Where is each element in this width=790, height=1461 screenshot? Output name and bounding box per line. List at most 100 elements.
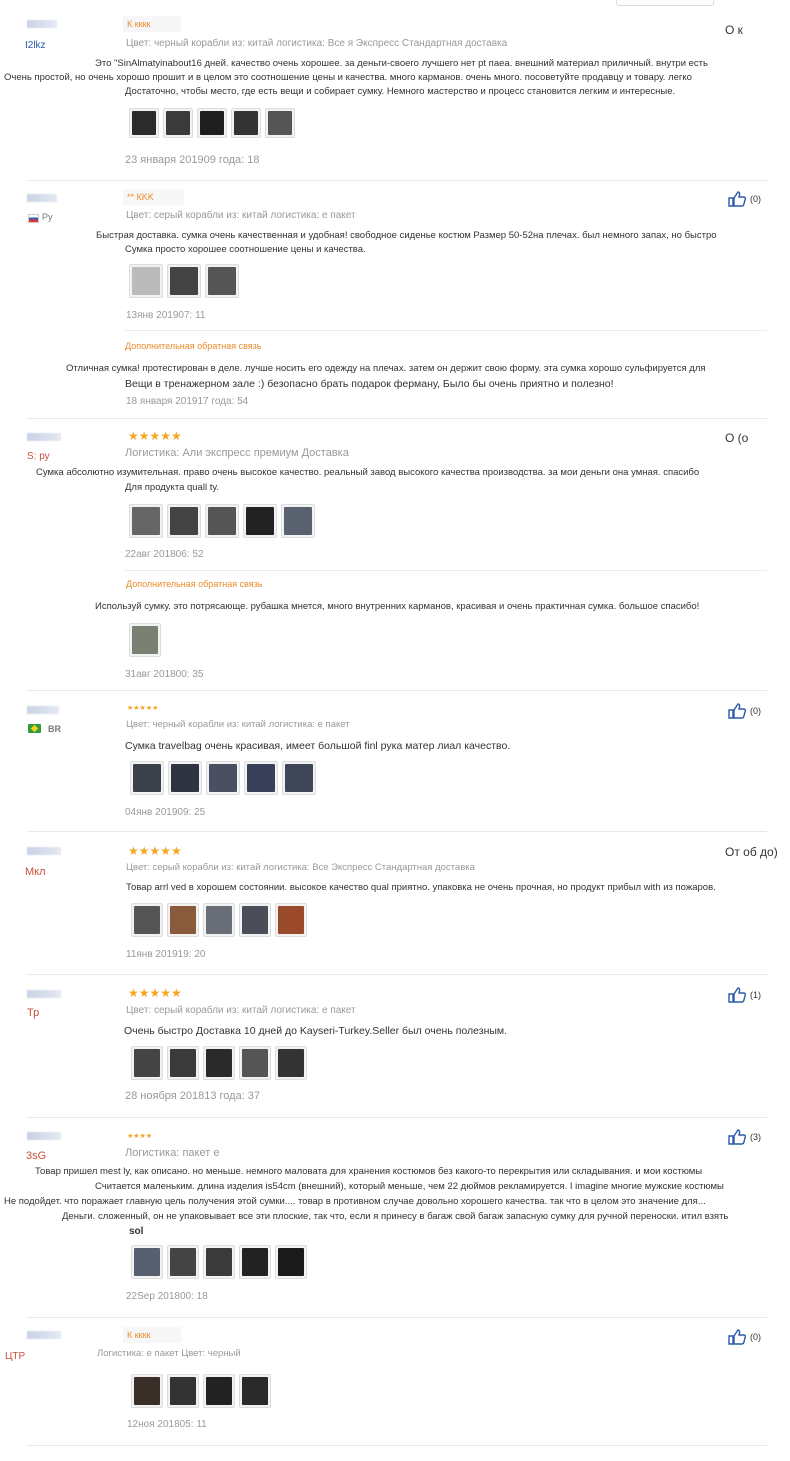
photo-thumbnail[interactable] (281, 504, 315, 538)
buyer-label: К кккк (123, 1327, 180, 1343)
photo-thumbnail[interactable] (129, 504, 163, 538)
username[interactable]: 3sG (26, 1150, 46, 1162)
like-count: (1) (750, 990, 761, 1000)
avatar (27, 706, 59, 714)
photo-thumbnail[interactable] (203, 1374, 235, 1408)
review-meta: Цвет: серый корабли из: китай логистика:… (126, 210, 356, 221)
avatar (27, 433, 61, 441)
like-button[interactable]: (3) (728, 1129, 761, 1145)
review-text-line: Товар пришел mest ly, как описано. но ме… (35, 1166, 703, 1177)
photo-thumbnail[interactable] (231, 108, 261, 138)
review-text-line: Сумка travelbag очень красивая, имеет бо… (125, 740, 511, 752)
photo-thumbnail[interactable] (203, 1046, 235, 1080)
review-right-text: О (о (725, 431, 749, 445)
country-code: Ру (42, 212, 53, 222)
divider (27, 831, 767, 832)
additional-text-line: Используй сумку. это потрясающе. рубашка… (95, 601, 700, 612)
photo-thumbnail[interactable] (167, 504, 201, 538)
rating-stars: ★★★★ (127, 1133, 153, 1140)
review-meta: Цвет: серый корабли из: китай логистика:… (126, 1005, 356, 1016)
like-button[interactable]: (0) (728, 191, 761, 207)
photo-thumbnail[interactable] (205, 504, 239, 538)
username[interactable]: ЦТР (5, 1351, 25, 1362)
divider (27, 974, 767, 975)
rating-stars: ★★★★★ (127, 705, 159, 712)
thumbs-up-icon (728, 703, 746, 719)
additional-date: 31авг 201800: 35 (125, 669, 204, 680)
review-text-fragment: sol (129, 1226, 144, 1237)
review-meta: Цвет: серый корабли из: китай логистика:… (126, 862, 475, 873)
photo-thumbnail[interactable] (167, 903, 199, 937)
photo-thumbnail[interactable] (129, 623, 161, 657)
photo-thumbnail[interactable] (244, 761, 278, 795)
photo-thumbnail[interactable] (239, 1046, 271, 1080)
username[interactable]: I2lkz (25, 40, 46, 51)
photo-thumbnail[interactable] (129, 108, 159, 138)
photo-thumbnail[interactable] (167, 1374, 199, 1408)
country-code: BR (48, 724, 61, 734)
photo-thumbnails (130, 761, 316, 795)
photo-thumbnails (131, 903, 307, 937)
photo-thumbnail[interactable] (243, 504, 277, 538)
rating-stars: ★★★★★ (128, 986, 182, 1000)
photo-thumbnail[interactable] (168, 761, 202, 795)
avatar (27, 990, 61, 998)
like-button[interactable]: (0) (728, 703, 761, 719)
review-text-line: Для продукта quall ty. (125, 482, 220, 493)
avatar (27, 1132, 61, 1140)
flag-br-icon (28, 724, 41, 733)
photo-thumbnail[interactable] (203, 1245, 235, 1279)
photo-thumbnail[interactable] (206, 761, 240, 795)
photo-thumbnail[interactable] (275, 1046, 307, 1080)
thumbs-up-icon (728, 987, 746, 1003)
photo-thumbnail[interactable] (129, 264, 163, 298)
additional-feedback-label: Дополнительная обратная связь (125, 341, 262, 351)
additional-text-line: Вещи в тренажерном зале :) безопасно бра… (125, 378, 614, 390)
photo-thumbnail[interactable] (203, 903, 235, 937)
thumbs-up-icon (728, 1129, 746, 1145)
photo-thumbnail[interactable] (167, 1046, 199, 1080)
photo-thumbnail[interactable] (239, 903, 271, 937)
additional-feedback-label: Дополнительная обратная связь (126, 579, 263, 589)
like-count: (0) (750, 194, 761, 204)
review-text-line: Товар arrl ved в хорошем состоянии. высо… (126, 882, 716, 893)
photo-thumbnail[interactable] (131, 1245, 163, 1279)
review-date: 23 января 201909 года: 18 (125, 154, 260, 166)
review-text-line: Быстрая доставка. сумка очень качественн… (96, 230, 717, 241)
username[interactable]: S: ру (27, 451, 50, 462)
top-input-box[interactable] (616, 0, 714, 6)
like-button[interactable]: (0) (728, 1329, 761, 1345)
photo-thumbnail[interactable] (130, 761, 164, 795)
review-meta: Логистика: пакет е (125, 1147, 220, 1159)
photo-thumbnail[interactable] (239, 1245, 271, 1279)
photo-thumbnail[interactable] (163, 108, 193, 138)
photo-thumbnail[interactable] (265, 108, 295, 138)
photo-thumbnail[interactable] (131, 1374, 163, 1408)
username[interactable]: Мкл (25, 866, 46, 878)
review-meta: Цвет: черный корабли из: китай логистика… (126, 38, 508, 49)
photo-thumbnail[interactable] (197, 108, 227, 138)
username[interactable]: Тр (27, 1007, 39, 1019)
photo-thumbnail[interactable] (131, 903, 163, 937)
like-button[interactable]: (1) (728, 987, 761, 1003)
avatar (27, 847, 61, 855)
photo-thumbnail[interactable] (205, 264, 239, 298)
like-count: (0) (750, 706, 761, 716)
thumbs-up-icon (728, 191, 746, 207)
buyer-label: ** КKK (123, 189, 184, 205)
photo-thumbnail[interactable] (275, 903, 307, 937)
photo-thumbnail[interactable] (239, 1374, 271, 1408)
photo-thumbnail[interactable] (282, 761, 316, 795)
avatar (27, 1331, 61, 1339)
review-date: 13янв 201907: 11 (126, 310, 206, 321)
photo-thumbnail[interactable] (167, 264, 201, 298)
photo-thumbnail[interactable] (131, 1046, 163, 1080)
photo-thumbnail[interactable] (275, 1245, 307, 1279)
review-text-line: Сумка абсолютно изумительная. право очен… (36, 467, 700, 478)
review-meta: Логистика: е пакет Цвет: черный (97, 1348, 241, 1359)
photo-thumbnail[interactable] (167, 1245, 199, 1279)
review-date: 12ноя 201805: 11 (127, 1419, 207, 1430)
divider (27, 1445, 767, 1446)
buyer-label: К кккк (123, 16, 180, 32)
flag-ru-icon (28, 214, 39, 223)
